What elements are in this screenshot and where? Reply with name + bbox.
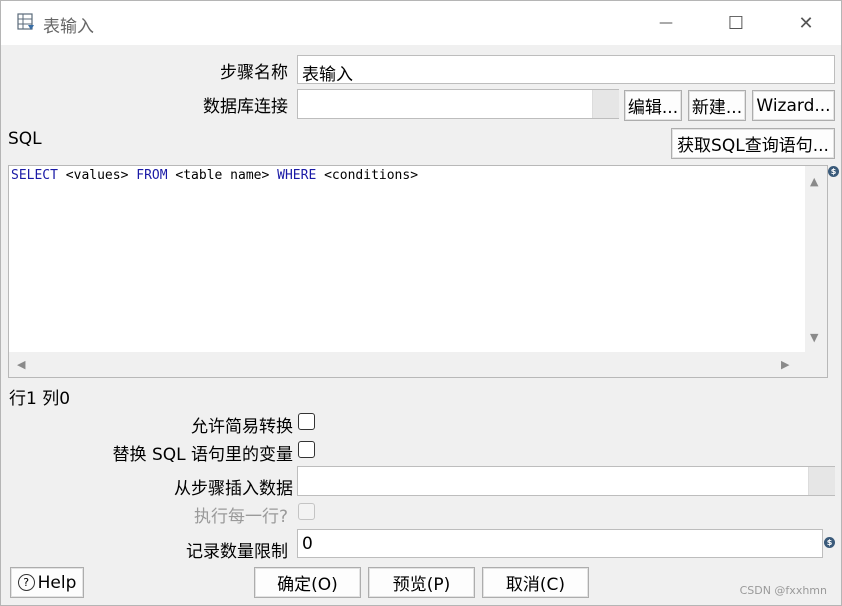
cursor-position-status: 行1 列0: [9, 389, 71, 409]
limit-label: 记录数量限制: [186, 542, 288, 562]
insert-from-step-dropdown-button[interactable]: [808, 467, 835, 495]
insert-from-step-select[interactable]: [297, 466, 835, 496]
horizontal-scrollbar[interactable]: ◀ ▶: [9, 352, 805, 377]
replace-variables-checkbox[interactable]: [298, 441, 315, 458]
variable-icon: $: [828, 166, 839, 177]
title-bar: 表输入 — ☐ ✕: [1, 1, 841, 45]
execute-each-row-checkbox[interactable]: [298, 503, 315, 520]
scroll-right-icon[interactable]: ▶: [781, 359, 789, 370]
limit-input[interactable]: 0: [297, 529, 823, 558]
sql-conditions: <conditions>: [316, 168, 419, 183]
help-icon: ?: [17, 574, 35, 591]
db-connection-dropdown-button[interactable]: [592, 90, 619, 118]
preview-button[interactable]: 预览(P): [368, 567, 475, 598]
maximize-icon: ☐: [727, 12, 745, 34]
minimize-button[interactable]: —: [631, 1, 701, 45]
sql-label: SQL: [8, 129, 42, 149]
scrollbar-corner: [805, 352, 827, 377]
sql-editor[interactable]: SELECT <values> FROM <table name> WHERE …: [8, 165, 828, 378]
watermark: CSDN @fxxhmn: [739, 584, 827, 597]
edit-connection-button[interactable]: 编辑...: [624, 90, 682, 121]
scroll-down-icon[interactable]: ▼: [810, 332, 818, 343]
ok-button[interactable]: 确定(O): [254, 567, 361, 598]
sql-text[interactable]: SELECT <values> FROM <table name> WHERE …: [11, 168, 418, 183]
lazy-conversion-label: 允许简易转换: [191, 417, 293, 437]
sql-keyword-select: SELECT: [11, 168, 58, 183]
get-sql-query-button[interactable]: 获取SQL查询语句...: [671, 128, 835, 159]
wizard-button[interactable]: Wizard...: [752, 90, 835, 121]
insert-from-step-label: 从步骤插入数据: [174, 479, 293, 499]
minimize-icon: —: [659, 15, 673, 31]
close-button[interactable]: ✕: [771, 1, 841, 45]
execute-each-row-label: 执行每一行?: [193, 507, 288, 527]
sql-values: <values>: [57, 168, 137, 183]
close-icon: ✕: [798, 12, 814, 34]
lazy-conversion-checkbox[interactable]: [298, 413, 315, 430]
help-button[interactable]: ? Help: [10, 567, 84, 598]
cancel-button[interactable]: 取消(C): [482, 567, 589, 598]
sql-keyword-from: FROM: [136, 168, 168, 183]
new-connection-button[interactable]: 新建...: [688, 90, 746, 121]
step-name-input[interactable]: 表输入: [297, 55, 835, 85]
vertical-scrollbar[interactable]: ▲ ▼: [805, 166, 827, 352]
db-connection-select[interactable]: [297, 89, 619, 119]
variable-icon: $: [824, 537, 835, 548]
step-name-label: 步骤名称: [220, 63, 288, 83]
replace-variables-label: 替换 SQL 语句里的变量: [112, 445, 293, 465]
table-input-icon: [17, 13, 34, 30]
table-input-dialog: 表输入 — ☐ ✕ 步骤名称 表输入 数据库连接 编辑... 新建... Wiz…: [0, 0, 842, 606]
scroll-left-icon[interactable]: ◀: [17, 359, 25, 370]
scroll-up-icon[interactable]: ▲: [810, 176, 818, 187]
sql-keyword-where: WHERE: [277, 168, 317, 183]
db-connection-label: 数据库连接: [203, 97, 288, 117]
window-title: 表输入: [43, 17, 94, 37]
maximize-button[interactable]: ☐: [701, 1, 771, 45]
help-label: Help: [37, 572, 77, 593]
sql-table-name: <table name>: [167, 168, 278, 183]
